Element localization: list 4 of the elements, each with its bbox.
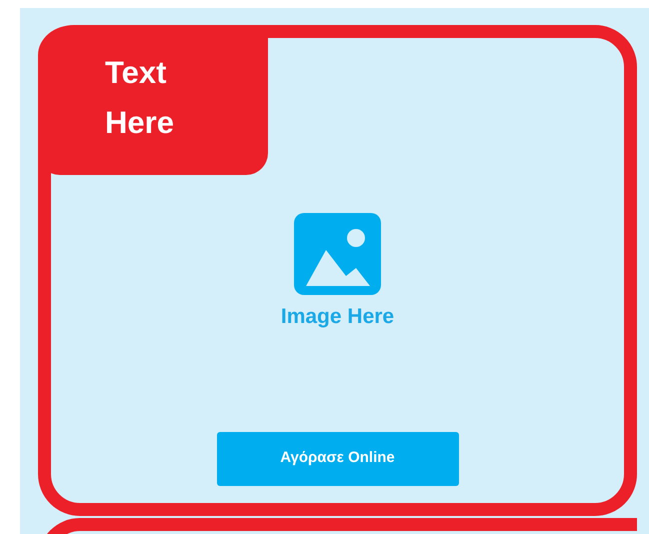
label-text: Text Here	[105, 54, 175, 142]
image-caption: Image Here	[280, 304, 394, 330]
buy-online-button[interactable]: Αγόρασε Online	[216, 432, 458, 486]
image-icon	[294, 213, 381, 295]
